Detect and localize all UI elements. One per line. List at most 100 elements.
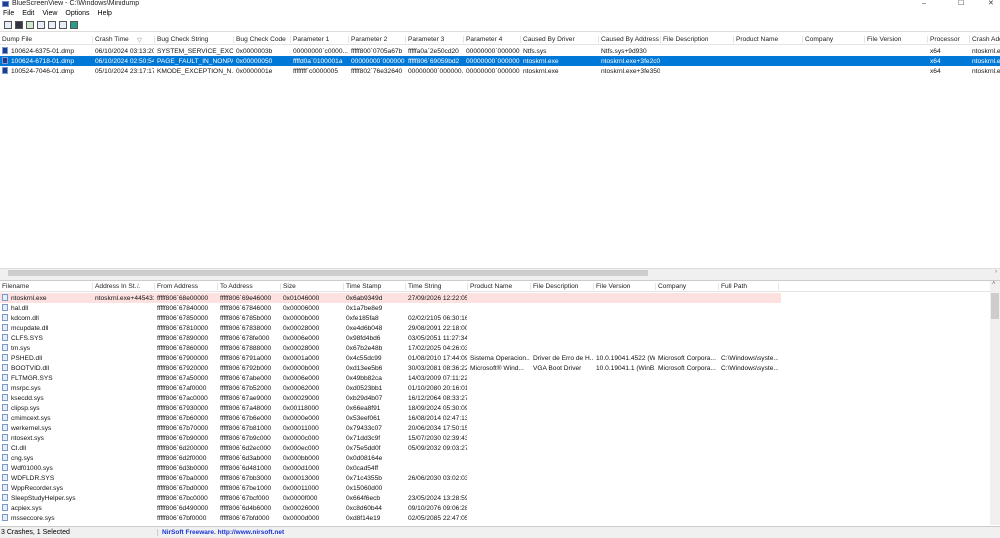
driver-row[interactable]: ntosext.sys fffff806`67b90000 fffff806`67b… [0, 433, 781, 443]
cell-size: 0x0000d000 [283, 514, 320, 522]
column-header-caused-by-driver[interactable]: Caused By Driver [523, 36, 599, 43]
column-header-filename[interactable]: Filename [2, 283, 93, 290]
column-header-processor[interactable]: Processor [930, 36, 970, 43]
properties-icon[interactable] [4, 20, 12, 29]
scrollbar-thumb[interactable] [991, 293, 999, 319]
column-header-file-description[interactable]: File Description [533, 283, 594, 290]
column-header-file-version[interactable]: File Version [596, 283, 656, 290]
copy-icon[interactable] [37, 20, 45, 29]
cell-to-address: fffff806`67bb3000 [220, 474, 272, 482]
html-report-icon[interactable] [48, 20, 56, 29]
cell-caused-by-address: Ntfs.sys+9d930 [601, 47, 647, 55]
driver-row[interactable]: WDFLDR.SYS fffff806`67ba0000 fffff806`67bb… [0, 473, 781, 483]
driver-row[interactable]: CLFS.SYS fffff806`67890000 fffff806`678fe0… [0, 333, 781, 343]
cell-from-address: fffff806`67b90000 [157, 434, 209, 442]
close-button[interactable]: ✕ [988, 0, 994, 8]
cell-to-address: fffff806`6d2ec000 [220, 444, 271, 452]
column-header-size[interactable]: Size [283, 283, 344, 290]
driver-row[interactable]: msseccore.sys fffff806`67bf0000 fffff806`6… [0, 513, 781, 523]
column-header-dump-file[interactable]: Dump File [2, 36, 93, 43]
menu-view[interactable]: View [42, 10, 57, 17]
driver-row[interactable]: hal.dll fffff806`67840000 fffff806`6784600… [0, 303, 781, 313]
column-header-file-description[interactable]: File Description [663, 36, 734, 43]
minimize-button[interactable]: – [922, 0, 926, 8]
driver-row[interactable]: msrpc.sys fffff806`67af0000 fffff806`67b52… [0, 383, 781, 393]
toolbar [0, 18, 1000, 32]
menu-help[interactable]: Help [98, 10, 112, 17]
driver-row[interactable]: WppRecorder.sys fffff806`67bd0000 fffff806… [0, 483, 781, 493]
driver-row[interactable]: FLTMGR.SYS fffff806`67a50000 fffff806`67ab… [0, 373, 781, 383]
driver-row[interactable]: CI.dll fffff806`6d200000 fffff806`6d2ec000… [0, 443, 781, 453]
driver-row[interactable]: cmimcext.sys fffff806`67b60000 fffff806`67… [0, 413, 781, 423]
exit-icon[interactable] [70, 20, 78, 29]
driver-row[interactable]: mcupdate.dll fffff806`67810000 fffff806`67… [0, 323, 781, 333]
driver-row[interactable]: clipsp.sys fffff806`67930000 fffff806`67a4… [0, 403, 781, 413]
cell-size: 0x01046000 [283, 294, 320, 302]
column-header-product-name[interactable]: Product Name [736, 36, 803, 43]
column-header-time-string[interactable]: Time String [408, 283, 468, 290]
save-icon[interactable] [15, 20, 23, 29]
cell-size: 0x0000b000 [283, 364, 320, 372]
column-header-bug-check-code[interactable]: Bug Check Code [236, 36, 291, 43]
driver-file-icon [2, 294, 8, 301]
column-header-full-path[interactable]: Full Path [721, 283, 779, 290]
column-header-bug-check-string[interactable]: Bug Check String [157, 36, 234, 43]
driver-file-icon [2, 394, 8, 401]
column-header-parameter-3[interactable]: Parameter 3 [408, 36, 464, 43]
driver-row[interactable]: BOOTVID.dll fffff806`67920000 fffff806`679… [0, 363, 781, 373]
driver-row[interactable]: werkernel.sys fffff806`67b70000 fffff806`6… [0, 423, 781, 433]
cell-time-string: 01/08/2010 17:44:09 [408, 354, 467, 362]
driver-row[interactable]: PSHED.dll fffff806`67900000 fffff806`6791a… [0, 353, 781, 363]
cell-crash-time: 06/10/2024 03:13:20 [95, 47, 154, 55]
column-header-caused-by-address[interactable]: Caused By Address [601, 36, 661, 43]
column-header-product-name[interactable]: Product Name [470, 283, 531, 290]
cell-time-stamp: 0x53eef061 [346, 414, 381, 422]
driver-row[interactable]: acpiex.sys fffff806`6d490000 fffff806`6d4b… [0, 503, 781, 513]
driver-row[interactable]: ksecdd.sys fffff806`67ac0000 fffff806`67ae… [0, 393, 781, 403]
app-icon [2, 1, 9, 7]
crash-row[interactable]: 100524-7046-01.dmp 05/10/2024 23:17:17 KMO… [0, 66, 1000, 76]
nirsoft-link[interactable]: NirSoft Freeware. http://www.nirsoft.net [157, 529, 284, 536]
driver-row[interactable]: ntoskrnl.exe ntoskrnl.exe+445431 fffff806`… [0, 293, 781, 303]
cell-size: 0x00013000 [283, 474, 320, 482]
driver-row[interactable]: Wdf01000.sys fffff806`6d3b0000 fffff806`6d… [0, 463, 781, 473]
column-header-company[interactable]: Company [658, 283, 719, 290]
scroll-up-icon[interactable]: ˄ [992, 281, 996, 287]
driver-row[interactable]: cng.sys fffff806`6d2f0000 fffff806`6d3ab00… [0, 453, 781, 463]
column-header-from-address[interactable]: From Address [157, 283, 218, 290]
column-header-crash-address[interactable]: Crash Address [972, 36, 1000, 43]
cell-size: 0x0000b000 [283, 314, 320, 322]
column-header-time-stamp[interactable]: Time Stamp [346, 283, 406, 290]
column-header-to-address[interactable]: To Address [220, 283, 281, 290]
cell-to-address: fffff806`67b81000 [220, 424, 272, 432]
scrollbar-thumb[interactable] [8, 270, 648, 276]
menu-edit[interactable]: Edit [22, 10, 34, 17]
status-bar: 3 Crashes, 1 Selected NirSoft Freeware. … [0, 526, 1000, 538]
menu-file[interactable]: File [3, 10, 14, 17]
column-header-parameter-2[interactable]: Parameter 2 [351, 36, 406, 43]
column-header-address-in-st[interactable]: Address In St... [95, 283, 155, 290]
cell-time-string: 02/02/2105 06:30:16 [408, 314, 467, 322]
find-icon[interactable] [59, 20, 67, 29]
column-header-parameter-1[interactable]: Parameter 1 [293, 36, 349, 43]
cell-from-address: fffff806`67af0000 [157, 384, 207, 392]
column-header-parameter-4[interactable]: Parameter 4 [466, 36, 521, 43]
cell-size: 0x00062000 [283, 384, 320, 392]
column-header-company[interactable]: Company [805, 36, 865, 43]
reload-icon[interactable] [26, 20, 34, 29]
driver-row[interactable]: SleepStudyHelper.sys fffff806`67bc0000 fff… [0, 493, 781, 503]
crash-row[interactable]: 100624-6375-01.dmp 06/10/2024 03:13:20 SYS… [0, 46, 1000, 56]
crash-row[interactable]: 100624-6718-01.dmp 06/10/2024 02:50:54 PAG… [0, 56, 1000, 66]
column-header-crash-time[interactable]: Crash Time [95, 36, 155, 43]
driver-list-vertical-scrollbar[interactable]: ˄ [990, 281, 1000, 525]
menu-options[interactable]: Options [65, 10, 89, 17]
column-header-file-version[interactable]: File Version [867, 36, 928, 43]
cell-time-stamp: 0xc8d60b44 [346, 504, 382, 512]
maximize-button[interactable]: ☐ [958, 0, 964, 8]
scroll-right-icon[interactable]: › [995, 269, 997, 275]
cell-from-address: fffff806`67bd0000 [157, 484, 209, 492]
crash-list-horizontal-scrollbar[interactable]: › [0, 268, 1000, 277]
driver-row[interactable]: kdcom.dll fffff806`67850000 fffff806`6785b… [0, 313, 781, 323]
driver-row[interactable]: tm.sys fffff806`67860000 fffff806`67888000… [0, 343, 781, 353]
cell-time-string: 16/08/2014 02:47:13 [408, 414, 467, 422]
